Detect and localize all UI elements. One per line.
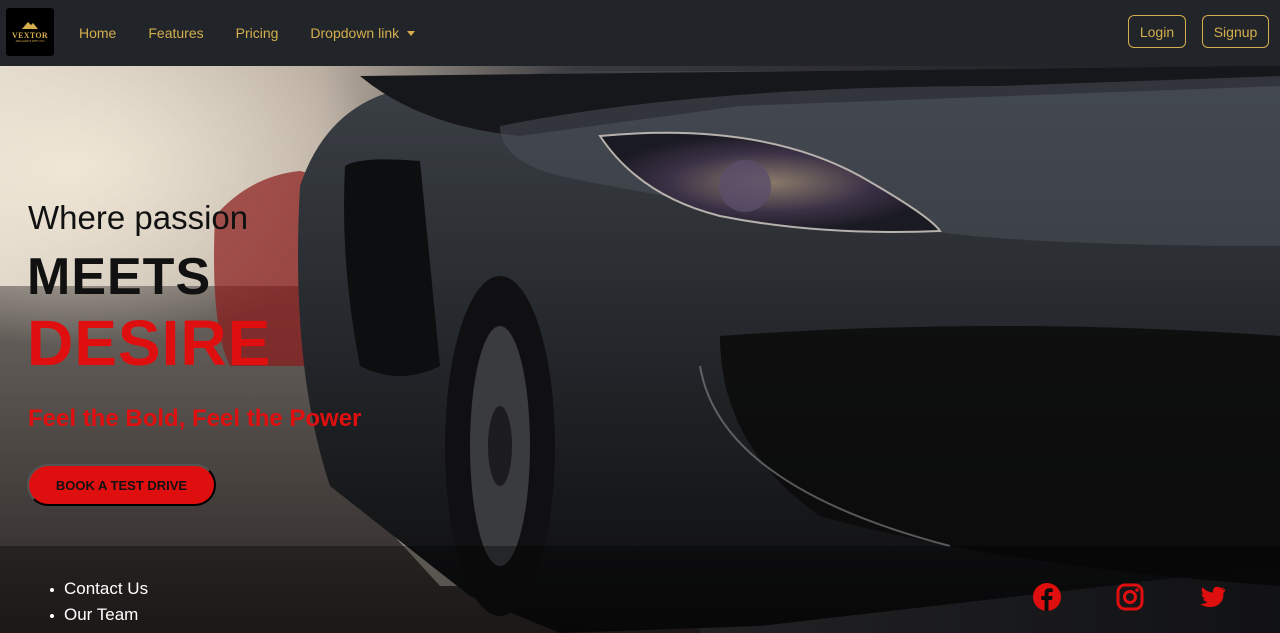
nav-link-features[interactable]: Features — [148, 25, 203, 41]
twitter-icon[interactable] — [1197, 582, 1227, 612]
hero-headline-line1: Where passion — [28, 199, 249, 236]
brand-tagline: ARE ALWAYS WITH YOU — [15, 39, 45, 43]
brand-logo[interactable]: VEXTOR ARE ALWAYS WITH YOU — [6, 8, 54, 56]
brand-name: VEXTOR — [12, 30, 48, 40]
nav-dropdown-label: Dropdown link — [310, 25, 400, 41]
nav-link-pricing[interactable]: Pricing — [236, 25, 279, 41]
hero-headline-line2: MEETS — [27, 248, 212, 306]
nav-links: Home Features Pricing Dropdown link — [79, 0, 447, 66]
nav-link-home[interactable]: Home — [79, 25, 116, 41]
signup-button[interactable]: Signup — [1202, 15, 1269, 48]
hero-headline-line3: DESIRE — [27, 307, 272, 379]
navbar: VEXTOR ARE ALWAYS WITH YOU Home Features… — [0, 0, 1280, 66]
footer-link-team[interactable]: Our Team — [50, 602, 148, 628]
instagram-icon[interactable] — [1115, 582, 1145, 612]
hero-tagline: Feel the Bold, Feel the Power — [28, 405, 362, 432]
footer-links: Contact Us Our Team — [50, 576, 148, 628]
hero-section: Where passion MEETS DESIRE Feel the Bold… — [0, 66, 1280, 633]
footer-link-contact[interactable]: Contact Us — [50, 576, 148, 602]
login-button[interactable]: Login — [1128, 15, 1186, 48]
logo-mark-icon — [22, 21, 38, 29]
nav-dropdown-link[interactable]: Dropdown link — [310, 25, 416, 41]
caret-down-icon — [407, 30, 416, 36]
facebook-icon[interactable] — [1032, 582, 1062, 612]
book-test-drive-button[interactable]: BOOK A TEST DRIVE — [27, 464, 216, 506]
